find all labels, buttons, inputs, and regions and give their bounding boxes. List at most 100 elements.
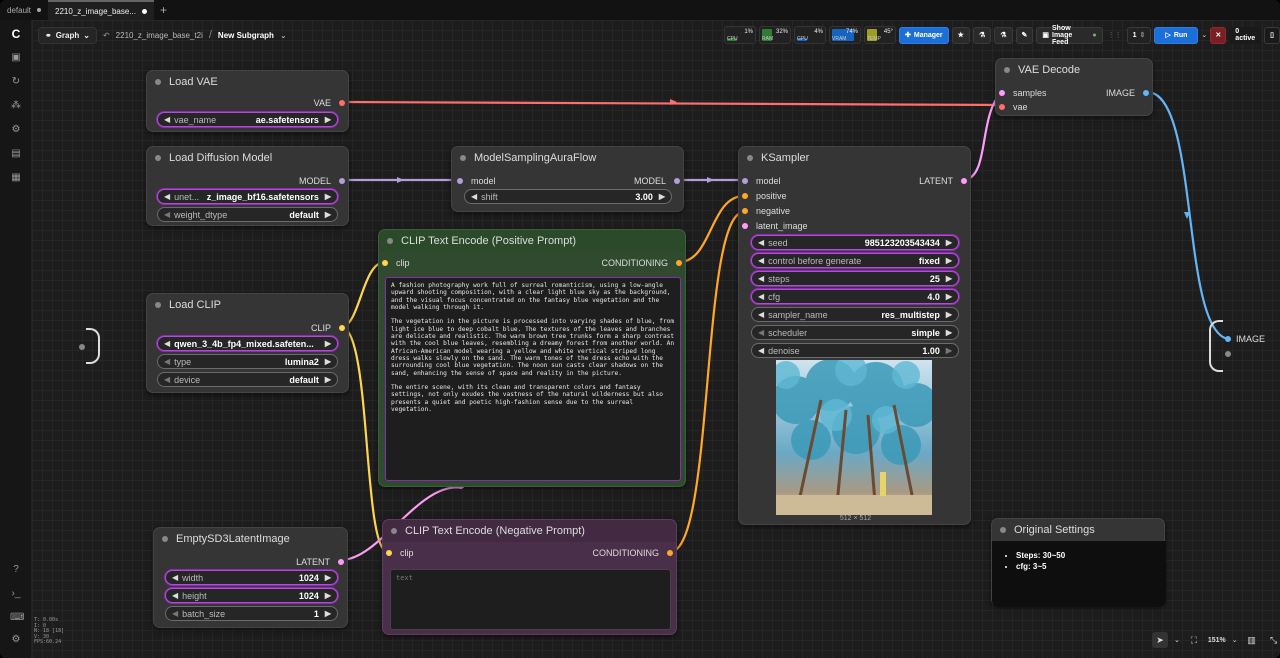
- tab-workflow[interactable]: 2210_z_image_base...: [48, 0, 154, 20]
- node-clip-text-encode-negative[interactable]: CLIP Text Encode (Negative Prompt) clip …: [382, 519, 677, 635]
- widget-denoise[interactable]: ◀ denoise 1.00 ▶: [751, 343, 959, 358]
- arrow-left-icon[interactable]: ◀: [471, 192, 477, 201]
- widget-device[interactable]: ◀ device default ▶: [157, 372, 338, 387]
- collapse-dot-icon[interactable]: [387, 238, 393, 244]
- nodes-library-icon[interactable]: ⁂: [10, 100, 22, 112]
- subgraph-output-image[interactable]: IMAGE: [1225, 333, 1265, 345]
- help-icon[interactable]: ?: [10, 564, 22, 576]
- settings-gear-icon[interactable]: ⚙: [10, 634, 22, 646]
- output-model[interactable]: MODEL: [299, 175, 345, 187]
- arrow-right-icon[interactable]: ▶: [946, 238, 952, 247]
- node-title[interactable]: CLIP Text Encode (Negative Prompt): [383, 520, 676, 542]
- chevron-down-icon[interactable]: ⌄: [1174, 636, 1180, 644]
- input-model[interactable]: model: [457, 175, 496, 187]
- widget-seed[interactable]: ◀ seed 985123203543434 ▶: [751, 235, 959, 250]
- arrow-right-icon[interactable]: ▶: [325, 609, 331, 618]
- arrow-right-icon[interactable]: ▶: [325, 210, 331, 219]
- run-button[interactable]: ▷ Run: [1154, 26, 1199, 44]
- arrow-left-icon[interactable]: ◀: [172, 573, 178, 582]
- input-dot-icon[interactable]: [457, 178, 463, 184]
- arrow-right-icon[interactable]: ▶: [325, 339, 331, 348]
- terminal-icon[interactable]: ›_: [10, 588, 22, 600]
- output-conditioning[interactable]: CONDITIONING: [602, 257, 682, 269]
- arrow-right-icon[interactable]: ▶: [946, 274, 952, 283]
- tool-c-button[interactable]: ✎: [1015, 26, 1034, 44]
- input-dot-icon[interactable]: [742, 178, 748, 184]
- cancel-button[interactable]: ✕: [1210, 26, 1227, 44]
- arrow-left-icon[interactable]: ◀: [758, 256, 764, 265]
- widget-width[interactable]: ◀ width 1024 ▶: [165, 570, 338, 585]
- keyboard-icon[interactable]: ⌨: [10, 612, 24, 624]
- widget-control-before-generate[interactable]: ◀ control before generate fixed ▶: [751, 253, 959, 268]
- output-latent[interactable]: LATENT: [919, 175, 967, 187]
- output-dot-icon[interactable]: [339, 325, 345, 331]
- templates-icon[interactable]: ▦: [10, 172, 22, 184]
- arrow-right-icon[interactable]: ▶: [946, 328, 952, 337]
- output-conditioning[interactable]: CONDITIONING: [593, 547, 673, 559]
- input-dot-icon[interactable]: [999, 104, 1005, 110]
- chevron-down-icon[interactable]: ⌄: [280, 31, 287, 40]
- output-model[interactable]: MODEL: [634, 175, 680, 187]
- breadcrumb-subgraph[interactable]: New Subgraph: [218, 31, 274, 40]
- tool-b-button[interactable]: ⚗: [994, 26, 1013, 44]
- input-negative[interactable]: negative: [742, 205, 790, 217]
- collapse-dot-icon[interactable]: [1004, 67, 1010, 73]
- collapse-dot-icon[interactable]: [391, 528, 397, 534]
- widget-batch-size[interactable]: ◀ batch_size 1 ▶: [165, 606, 338, 621]
- widget-scheduler[interactable]: ◀ scheduler simple ▶: [751, 325, 959, 340]
- node-title[interactable]: ModelSamplingAuraFlow: [452, 147, 683, 169]
- output-image[interactable]: IMAGE: [1106, 87, 1149, 99]
- widget-unet-name[interactable]: ◀ unet... z_image_bf16.safetensors ▶: [157, 189, 338, 204]
- subgraph-output-empty-dot-icon[interactable]: [1225, 351, 1231, 357]
- input-clip[interactable]: clip: [386, 547, 414, 559]
- node-load-diffusion-model[interactable]: Load Diffusion Model MODEL ◀ unet... z_ima…: [146, 146, 349, 226]
- arrow-right-icon[interactable]: ▶: [946, 346, 952, 355]
- node-load-clip[interactable]: Load CLIP CLIP ◀ qwen_3_4b_fp4_mixed.safe…: [146, 293, 349, 393]
- output-dot-icon[interactable]: [339, 178, 345, 184]
- widget-vae-name[interactable]: ◀ vae_name ae.safetensors ▶: [157, 112, 338, 127]
- manager-button[interactable]: ✚ Manager: [899, 26, 949, 44]
- arrow-left-icon[interactable]: ◀: [758, 346, 764, 355]
- arrow-right-icon[interactable]: ▶: [325, 591, 331, 600]
- arrow-right-icon[interactable]: ▶: [325, 375, 331, 384]
- output-dot-icon[interactable]: [338, 559, 344, 565]
- output-latent[interactable]: LATENT: [296, 556, 344, 568]
- preview-image[interactable]: [776, 360, 932, 515]
- input-vae[interactable]: vae: [999, 101, 1028, 113]
- node-title[interactable]: Load Diffusion Model: [147, 147, 348, 169]
- tool-a-button[interactable]: ⚗: [972, 26, 992, 44]
- output-dot-icon[interactable]: [674, 178, 680, 184]
- history-icon[interactable]: ↻: [10, 76, 22, 88]
- node-vae-decode[interactable]: VAE Decode samples vae IMAGE: [995, 58, 1153, 116]
- input-dot-icon[interactable]: [382, 260, 388, 266]
- node-model-sampling-auraflow[interactable]: ModelSamplingAuraFlow model MODEL ◀ shift…: [451, 146, 684, 212]
- tab-default[interactable]: default: [0, 0, 48, 20]
- negative-prompt-textarea[interactable]: text: [390, 569, 671, 630]
- image-icon[interactable]: ▣: [10, 52, 22, 64]
- models-icon[interactable]: ⚙: [10, 124, 22, 136]
- collapse-dot-icon[interactable]: [155, 79, 161, 85]
- output-vae[interactable]: VAE: [314, 97, 345, 109]
- arrow-left-icon[interactable]: ◀: [758, 328, 764, 337]
- widget-height[interactable]: ◀ height 1024 ▶: [165, 588, 338, 603]
- arrow-left-icon[interactable]: ◀: [758, 292, 764, 301]
- output-dot-icon[interactable]: [339, 100, 345, 106]
- comfy-logo-icon[interactable]: C: [10, 28, 22, 40]
- input-dot-icon[interactable]: [386, 550, 392, 556]
- drag-handle-icon[interactable]: ⋮⋮: [1106, 31, 1124, 39]
- node-load-vae[interactable]: Load VAE VAE ◀ vae_name ae.safetensors ▶: [146, 70, 349, 132]
- widget-weight-dtype[interactable]: ◀ weight_dtype default ▶: [157, 207, 338, 222]
- arrow-left-icon[interactable]: ◀: [164, 210, 170, 219]
- node-title[interactable]: KSampler: [739, 147, 970, 169]
- widget-steps[interactable]: ◀ steps 25 ▶: [751, 271, 959, 286]
- arrow-left-icon[interactable]: ◀: [758, 310, 764, 319]
- subgraph-input-dot-icon[interactable]: [79, 344, 85, 350]
- node-title[interactable]: EmptySD3LatentImage: [154, 528, 347, 550]
- collapse-dot-icon[interactable]: [460, 155, 466, 161]
- input-model[interactable]: model: [742, 175, 781, 187]
- star-button[interactable]: ★: [951, 26, 970, 44]
- arrow-left-icon[interactable]: ◀: [172, 609, 178, 618]
- workflows-icon[interactable]: ▤: [10, 148, 22, 160]
- fit-view-button[interactable]: ⛶: [1186, 632, 1202, 648]
- arrow-right-icon[interactable]: ▶: [325, 573, 331, 582]
